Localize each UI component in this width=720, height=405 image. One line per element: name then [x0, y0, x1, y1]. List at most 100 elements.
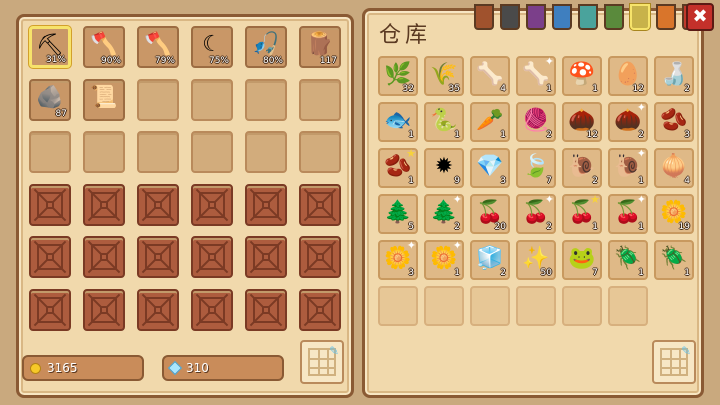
storage-slot[interactable]: 🍶 2 [654, 56, 694, 96]
wood-icon: 🪵 [306, 32, 334, 58]
empty-storage-slot[interactable] [562, 286, 602, 326]
storage-slot[interactable]: 🧅 4 [654, 148, 694, 188]
item-count: 4 [500, 84, 506, 94]
storage-slot[interactable]: 🌿 32 [378, 56, 418, 96]
item-count: 1 [592, 84, 598, 94]
empty-inventory-slot[interactable] [137, 131, 179, 173]
lock-center-icon [46, 200, 54, 209]
storage-slot[interactable]: 🍃 7 [516, 148, 556, 188]
item-count: 4 [684, 176, 690, 186]
locked-slot [83, 236, 125, 278]
green-beetle-icon: 🪲 [660, 245, 688, 271]
item-count: 1 [638, 222, 644, 232]
storage-slot[interactable]: 🐌 ✦ 1 [608, 148, 648, 188]
inventory-slot[interactable]: 🎣 80% [245, 26, 287, 68]
empty-storage-slot[interactable] [516, 286, 556, 326]
empty-storage-slot[interactable] [424, 286, 464, 326]
storage-slot[interactable]: 🌼 ✦ 3 [378, 240, 418, 280]
locked-slot [83, 183, 125, 226]
empty-inventory-slot[interactable] [137, 78, 179, 121]
storage-slot[interactable]: 🌲 5 [378, 194, 418, 234]
item-count: 1 [454, 130, 460, 140]
storage-tab-3[interactable] [526, 4, 546, 30]
storage-slot[interactable]: 💎 3 [470, 148, 510, 188]
storage-slot[interactable]: 🌼 ✦ 1 [424, 240, 464, 280]
storage-slot[interactable]: 🌼 19 [654, 194, 694, 234]
storage-tab-4[interactable] [552, 4, 572, 30]
item-count: 1 [546, 84, 552, 94]
inventory-slot[interactable]: 🪵 117 [299, 26, 341, 68]
inventory-slot[interactable]: 🪓 79% [137, 26, 179, 68]
close-button[interactable]: ✖ [686, 3, 714, 31]
empty-storage-slot[interactable] [470, 286, 510, 326]
gold-amount: 3165 [47, 361, 78, 375]
storage-slot[interactable]: 🦴 ✦ 1 [516, 56, 556, 96]
storage-slot[interactable]: 🍒 ✦ 2 [516, 194, 556, 234]
locked-slot [137, 183, 179, 226]
storage-slot[interactable]: 🌰 12 [562, 102, 602, 142]
lock-center-icon [154, 200, 162, 209]
inventory-slot[interactable]: ☾ 75% [191, 26, 233, 68]
storage-tab-1[interactable] [474, 4, 494, 30]
storage-slot[interactable]: 🍒 ✦ 1 [608, 194, 648, 234]
empty-inventory-slot[interactable] [191, 78, 233, 121]
storage-slot[interactable]: 🫘 3 [654, 102, 694, 142]
inventory-slot[interactable]: 📜 [83, 78, 125, 121]
storage-slot[interactable]: 🪲 1 [654, 240, 694, 280]
storage-slot[interactable]: 🌲 ✦ 2 [424, 194, 464, 234]
storage-slot[interactable]: 🌾 35 [424, 56, 464, 96]
storage-slot[interactable]: 🪲 1 [608, 240, 648, 280]
item-count: 35 [448, 84, 460, 94]
storage-slot[interactable]: 🐍 1 [424, 102, 464, 142]
storage-slot[interactable]: 🍒 ★ 1 [562, 194, 602, 234]
empty-inventory-slot[interactable] [299, 78, 341, 121]
locked-slot [191, 183, 233, 226]
cherry-icon: 🍒 [476, 199, 504, 225]
storage-slot[interactable]: 🍒 20 [470, 194, 510, 234]
inventory-slot[interactable]: 🪓 90% [83, 26, 125, 68]
locked-slot [137, 288, 179, 331]
empty-inventory-slot[interactable] [245, 78, 287, 121]
empty-storage-slot[interactable] [378, 286, 418, 326]
storage-tab-6[interactable] [604, 4, 624, 30]
inventory-slot[interactable]: 🪨 87 [29, 78, 71, 121]
lock-center-icon [262, 200, 270, 209]
lock-center-icon [316, 305, 324, 314]
storage-tab-7[interactable] [630, 4, 650, 30]
coin-icon [30, 362, 41, 374]
item-count: 1 [592, 222, 598, 232]
storage-slot[interactable]: ✹ 9 [424, 148, 464, 188]
storage-slot[interactable]: 🍄 1 [562, 56, 602, 96]
storage-sort-button[interactable]: ✎ [652, 340, 696, 384]
empty-inventory-slot[interactable] [245, 131, 287, 173]
bottle-icon: 🍶 [660, 61, 688, 87]
item-count: 1 [638, 268, 644, 278]
storage-tab-5[interactable] [578, 4, 598, 30]
inventory-sort-button[interactable]: ✎ [300, 340, 344, 384]
storage-slot[interactable]: 🦴 4 [470, 56, 510, 96]
storage-slot[interactable]: 🐸 7 [562, 240, 602, 280]
storage-slot[interactable]: 🌰 ✦ 2 [608, 102, 648, 142]
storage-slot[interactable]: 🐌 2 [562, 148, 602, 188]
empty-inventory-slot[interactable] [83, 131, 125, 173]
empty-inventory-slot[interactable] [29, 131, 71, 173]
storage-slot[interactable]: 🫘 ★ 1 [378, 148, 418, 188]
storage-tab-2[interactable] [500, 4, 520, 30]
storage-slot[interactable]: 🧊 2 [470, 240, 510, 280]
inventory-slot[interactable]: ⛏ 31% [29, 26, 71, 68]
storage-slot[interactable]: 🧶 2 [516, 102, 556, 142]
empty-inventory-slot[interactable] [191, 131, 233, 173]
locked-slot [245, 288, 287, 331]
locked-slot [299, 183, 341, 226]
item-count: 90% [100, 56, 121, 66]
storage-tab-8[interactable] [656, 4, 676, 30]
empty-storage-slot[interactable] [608, 286, 648, 326]
empty-inventory-slot[interactable] [299, 131, 341, 173]
storage-slot[interactable]: 🥚 12 [608, 56, 648, 96]
item-count: 3 [684, 130, 690, 140]
pen-icon: ✎ [680, 344, 691, 358]
storage-slot[interactable]: ✨ 50 [516, 240, 556, 280]
item-count: 1 [454, 268, 460, 278]
storage-slot[interactable]: 🐟 1 [378, 102, 418, 142]
storage-slot[interactable]: 🥕 1 [470, 102, 510, 142]
